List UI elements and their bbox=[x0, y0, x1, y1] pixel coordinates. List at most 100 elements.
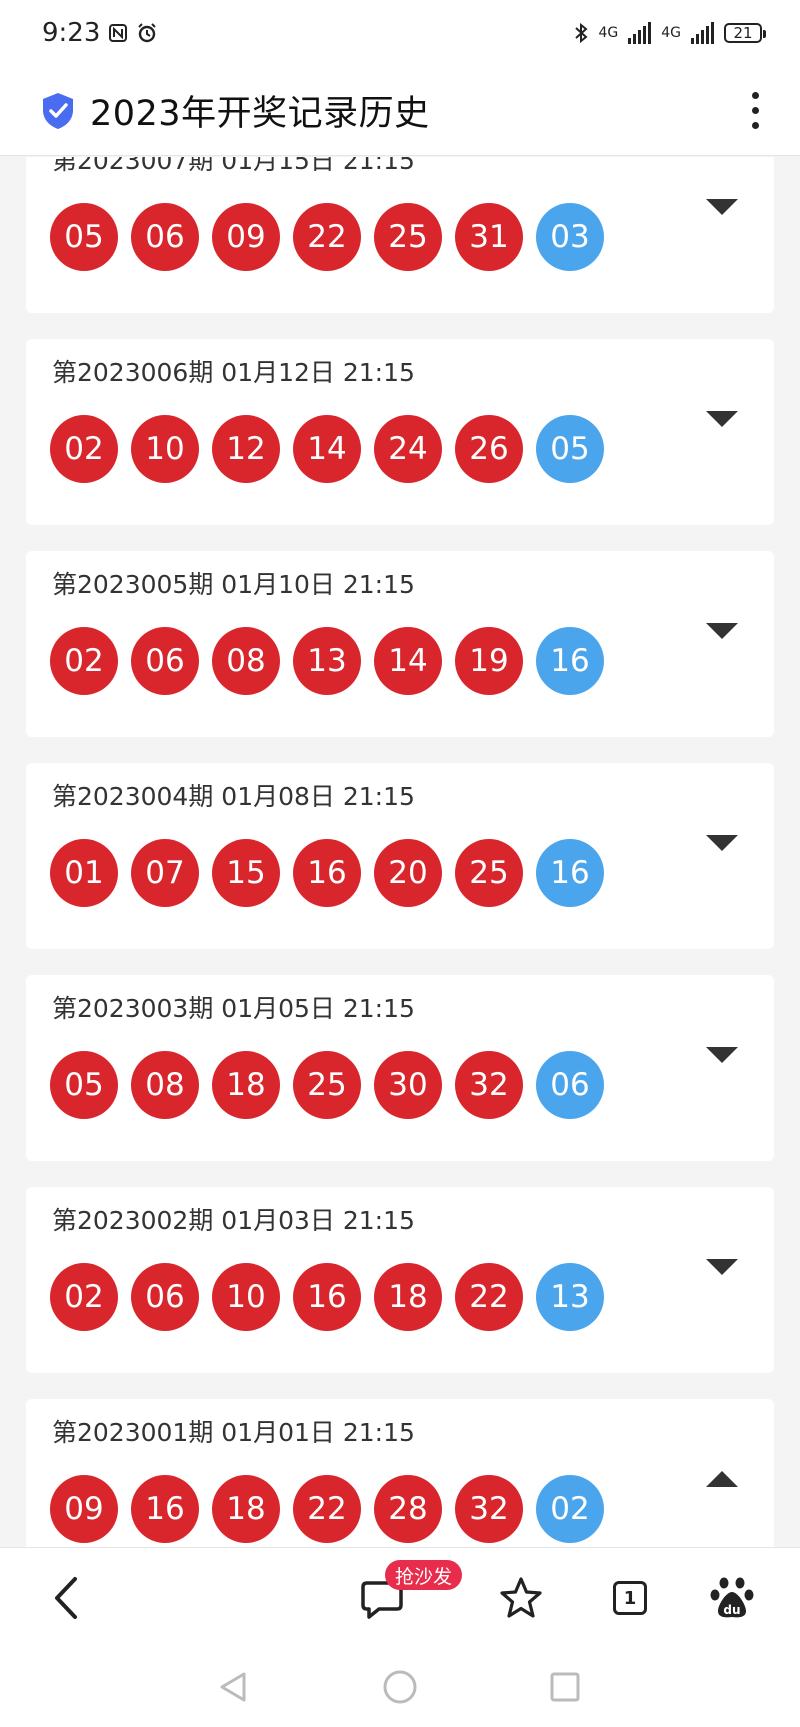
ball-row: 02 06 08 13 14 19 16 bbox=[50, 627, 604, 695]
system-nav-bar bbox=[0, 1647, 800, 1727]
signal-icon-1 bbox=[628, 22, 652, 44]
red-ball: 15 bbox=[212, 839, 280, 907]
red-ball: 08 bbox=[212, 627, 280, 695]
baidu-button[interactable]: du bbox=[702, 1568, 762, 1628]
red-ball: 18 bbox=[212, 1051, 280, 1119]
tab-count: 1 bbox=[623, 1587, 637, 1609]
square-recents-icon bbox=[550, 1672, 580, 1702]
expand-caret-icon[interactable] bbox=[706, 623, 738, 639]
tab-count-icon: 1 bbox=[613, 1581, 647, 1615]
expand-caret-icon[interactable] bbox=[706, 1047, 738, 1063]
red-ball: 09 bbox=[212, 203, 280, 271]
page-title: 2023年开奖记录历史 bbox=[90, 94, 430, 134]
browser-toolbar: 抢沙发 1 du bbox=[0, 1547, 800, 1648]
draw-label: 第2023001期 01月01日 21:15 bbox=[52, 1418, 415, 1447]
blue-ball: 05 bbox=[536, 415, 604, 483]
nav-back-button[interactable] bbox=[211, 1665, 255, 1709]
red-ball: 30 bbox=[374, 1051, 442, 1119]
bluetooth-icon bbox=[574, 22, 589, 44]
draw-card-2023003: 第2023003期 01月05日 21:15 05 08 18 25 30 32… bbox=[26, 975, 774, 1161]
red-ball: 06 bbox=[131, 1263, 199, 1331]
red-ball: 20 bbox=[374, 839, 442, 907]
alarm-icon bbox=[136, 22, 158, 44]
shield-check-icon bbox=[43, 92, 73, 129]
status-time: 9:23 bbox=[42, 18, 101, 48]
blue-ball: 06 bbox=[536, 1051, 604, 1119]
red-ball: 16 bbox=[293, 1263, 361, 1331]
expand-caret-icon[interactable] bbox=[706, 199, 738, 215]
draw-label: 第2023002期 01月03日 21:15 bbox=[52, 1206, 415, 1235]
ball-row: 02 06 10 16 18 22 13 bbox=[50, 1263, 604, 1331]
comment-badge[interactable]: 抢沙发 bbox=[385, 1560, 463, 1590]
red-ball: 14 bbox=[293, 415, 361, 483]
red-ball: 16 bbox=[131, 1475, 199, 1543]
blue-ball: 13 bbox=[536, 1263, 604, 1331]
svg-text:du: du bbox=[723, 1603, 740, 1617]
draw-card-2023005: 第2023005期 01月10日 21:15 02 06 08 13 14 19… bbox=[26, 551, 774, 737]
red-ball: 05 bbox=[50, 1051, 118, 1119]
red-ball: 19 bbox=[455, 627, 523, 695]
nfc-icon bbox=[108, 23, 128, 43]
collapse-caret-icon[interactable] bbox=[706, 1471, 738, 1487]
expand-caret-icon[interactable] bbox=[706, 1259, 738, 1275]
red-ball: 09 bbox=[50, 1475, 118, 1543]
red-ball: 13 bbox=[293, 627, 361, 695]
red-ball: 32 bbox=[455, 1475, 523, 1543]
red-ball: 22 bbox=[455, 1263, 523, 1331]
more-options-icon[interactable] bbox=[740, 86, 770, 136]
red-ball: 22 bbox=[293, 1475, 361, 1543]
battery-icon: 21 bbox=[724, 23, 766, 43]
red-ball: 25 bbox=[455, 839, 523, 907]
ball-row: 02 10 12 14 24 26 05 bbox=[50, 415, 604, 483]
red-ball: 25 bbox=[293, 1051, 361, 1119]
status-left: 9:23 bbox=[42, 18, 158, 48]
tabs-button[interactable]: 1 bbox=[600, 1568, 660, 1628]
red-ball: 12 bbox=[212, 415, 280, 483]
draw-label: 第2023003期 01月05日 21:15 bbox=[52, 994, 415, 1023]
red-ball: 08 bbox=[131, 1051, 199, 1119]
blue-ball: 02 bbox=[536, 1475, 604, 1543]
red-ball: 02 bbox=[50, 415, 118, 483]
ball-row: 05 08 18 25 30 32 06 bbox=[50, 1051, 604, 1119]
draw-label: 第2023004期 01月08日 21:15 bbox=[52, 782, 415, 811]
red-ball: 10 bbox=[212, 1263, 280, 1331]
nav-home-button[interactable] bbox=[378, 1665, 422, 1709]
red-ball: 25 bbox=[374, 203, 442, 271]
blue-ball: 03 bbox=[536, 203, 604, 271]
red-ball: 28 bbox=[374, 1475, 442, 1543]
red-ball: 31 bbox=[455, 203, 523, 271]
red-ball: 02 bbox=[50, 627, 118, 695]
ball-row: 09 16 18 22 28 32 02 bbox=[50, 1475, 604, 1543]
red-ball: 18 bbox=[374, 1263, 442, 1331]
draw-card-2023002: 第2023002期 01月03日 21:15 02 06 10 16 18 22… bbox=[26, 1187, 774, 1373]
draw-label: 第2023006期 01月12日 21:15 bbox=[52, 358, 415, 387]
draw-card-2023001: 第2023001期 01月01日 21:15 09 16 18 22 28 32… bbox=[26, 1399, 774, 1547]
triangle-back-icon bbox=[220, 1672, 246, 1702]
ball-row: 05 06 09 22 25 31 03 bbox=[50, 203, 604, 271]
signal-icon-2 bbox=[691, 22, 714, 44]
baidu-paw-icon: du bbox=[710, 1577, 754, 1618]
star-icon bbox=[500, 1577, 542, 1618]
circle-home-icon bbox=[383, 1670, 417, 1704]
red-ball: 10 bbox=[131, 415, 199, 483]
app-header: 2023年开奖记录历史 bbox=[0, 66, 800, 156]
draw-card-2023004: 第2023004期 01月08日 21:15 01 07 15 16 20 25… bbox=[26, 763, 774, 949]
blue-ball: 16 bbox=[536, 627, 604, 695]
expand-caret-icon[interactable] bbox=[706, 835, 738, 851]
network-label-1: 4G bbox=[598, 25, 619, 41]
favorite-button[interactable] bbox=[491, 1568, 551, 1628]
red-ball: 24 bbox=[374, 415, 442, 483]
red-ball: 07 bbox=[131, 839, 199, 907]
red-ball: 26 bbox=[455, 415, 523, 483]
back-button[interactable] bbox=[36, 1568, 96, 1628]
draw-list: 第2023007期 01月15日 21:15 05 06 09 22 25 31… bbox=[0, 157, 800, 1547]
nav-recents-button[interactable] bbox=[543, 1665, 587, 1709]
draw-label: 第2023005期 01月10日 21:15 bbox=[52, 570, 415, 599]
red-ball: 18 bbox=[212, 1475, 280, 1543]
expand-caret-icon[interactable] bbox=[706, 411, 738, 427]
status-bar: 9:23 4G 4G 21 bbox=[0, 0, 800, 66]
red-ball: 05 bbox=[50, 203, 118, 271]
chevron-left-icon bbox=[55, 1577, 77, 1619]
red-ball: 32 bbox=[455, 1051, 523, 1119]
draw-card-2023006: 第2023006期 01月12日 21:15 02 10 12 14 24 26… bbox=[26, 339, 774, 525]
